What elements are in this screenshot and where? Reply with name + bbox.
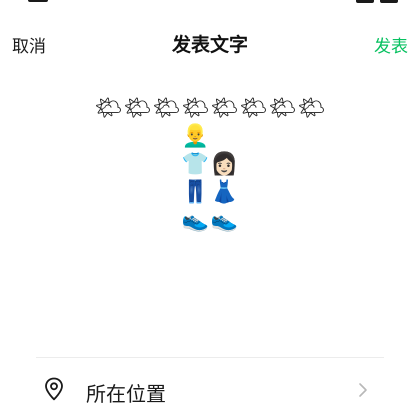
emoji-glyph: 👟 (210, 208, 239, 233)
page-title: 发表文字 (171, 34, 248, 56)
emoji-line: 👕 👩🏻 (0, 151, 420, 179)
divider (36, 357, 384, 358)
emoji-glyph: 👕 (181, 152, 210, 177)
emoji-glyph: 🌤 (268, 96, 297, 121)
location-label: 所在位置 (86, 382, 166, 406)
emoji-line: 👖 👗 (0, 179, 420, 207)
emoji-line: 👱‍♂️ (0, 123, 420, 151)
publish-button[interactable]: 发表 (374, 32, 408, 57)
emoji-glyph: 🌤 (152, 96, 181, 121)
emoji-glyph: 👟 (181, 208, 210, 233)
emoji-glyph: 👩🏻 (210, 152, 239, 177)
location-row[interactable]: 所在位置 (0, 366, 420, 414)
status-indicators (356, 0, 398, 3)
status-time-fragment (28, 0, 48, 2)
emoji-glyph: 👱‍♂️ (181, 124, 210, 149)
battery-icon (380, 0, 398, 3)
post-text-area[interactable]: 🌤 🌤 🌤 🌤 🌤 🌤 🌤 🌤 👱‍♂️ 👕 👩🏻 👖 👗 👟 👟 (0, 95, 420, 235)
emoji-glyph (211, 123, 239, 151)
emoji-glyph: 🌤 (181, 96, 210, 121)
status-bar (0, 0, 420, 6)
emoji-glyph: 🌤 (297, 96, 326, 121)
emoji-glyph: 🌤 (239, 96, 268, 121)
emoji-glyph: 🌤 (210, 96, 239, 121)
nav-bar: 取消 发表文字 发表 (0, 24, 420, 64)
signal-icon (356, 0, 374, 3)
emoji-line: 🌤 🌤 🌤 🌤 🌤 🌤 🌤 🌤 (0, 95, 420, 123)
emoji-glyph: 👖 (181, 180, 210, 205)
location-pin-icon (45, 377, 63, 401)
emoji-glyph: 🌤 (94, 96, 123, 121)
chevron-right-icon (359, 383, 367, 397)
emoji-glyph: 👗 (210, 180, 239, 205)
emoji-line: 👟 👟 (0, 207, 420, 235)
emoji-glyph: 🌤 (123, 96, 152, 121)
